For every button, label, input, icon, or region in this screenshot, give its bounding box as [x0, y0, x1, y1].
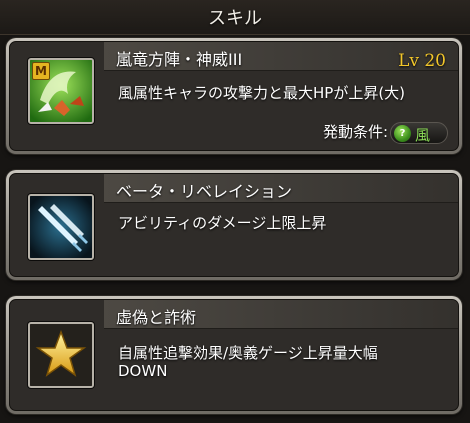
skill-name-bar: 虚偽と詐術 [104, 300, 458, 329]
twin-swords-icon [28, 194, 94, 260]
gold-star-icon [28, 322, 94, 388]
skill-name-bar: 嵐竜方陣・神威III Lv 20 [104, 42, 458, 71]
wind-element-badge: ? 風 [390, 122, 448, 144]
skill-level: Lv 20 [398, 51, 446, 71]
header-title: スキル [208, 8, 262, 29]
skill-name: 嵐竜方陣・神威III [116, 50, 243, 69]
m-badge: M [32, 62, 50, 80]
skill-card-3[interactable]: 虚偽と詐術 自属性追撃効果/奥義ゲージ上昇量大幅 DOWN [6, 296, 462, 414]
wind-orb-icon: ? [394, 125, 411, 142]
skill-card-1[interactable]: 嵐竜方陣・神威III Lv 20 M 風属性キャラの攻撃力と最大HPが上昇(大) [6, 38, 462, 154]
wind-element-label: 風 [415, 126, 431, 144]
skill-description-line-2: DOWN [118, 362, 168, 380]
wind-dragon-skill-icon: M [28, 58, 94, 124]
skills-header: スキル [0, 0, 470, 35]
skill-name-bar: ベータ・リベレイション [104, 174, 458, 203]
skill-description: 自属性追撃効果/奥義ゲージ上昇量大幅 DOWN [118, 344, 448, 380]
skill-description-line-1: 自属性追撃効果/奥義ゲージ上昇量大幅 [118, 344, 378, 362]
skill-name: 虚偽と詐術 [116, 308, 197, 327]
activation-condition-label: 発動条件: [322, 123, 388, 141]
skill-name: ベータ・リベレイション [116, 182, 293, 201]
skill-description: アビリティのダメージ上限上昇 [118, 214, 327, 232]
skill-card-2[interactable]: ベータ・リベレイション アビリティのダメージ上限上昇 [6, 170, 462, 280]
skill-description: 風属性キャラの攻撃力と最大HPが上昇(大) [118, 84, 406, 102]
